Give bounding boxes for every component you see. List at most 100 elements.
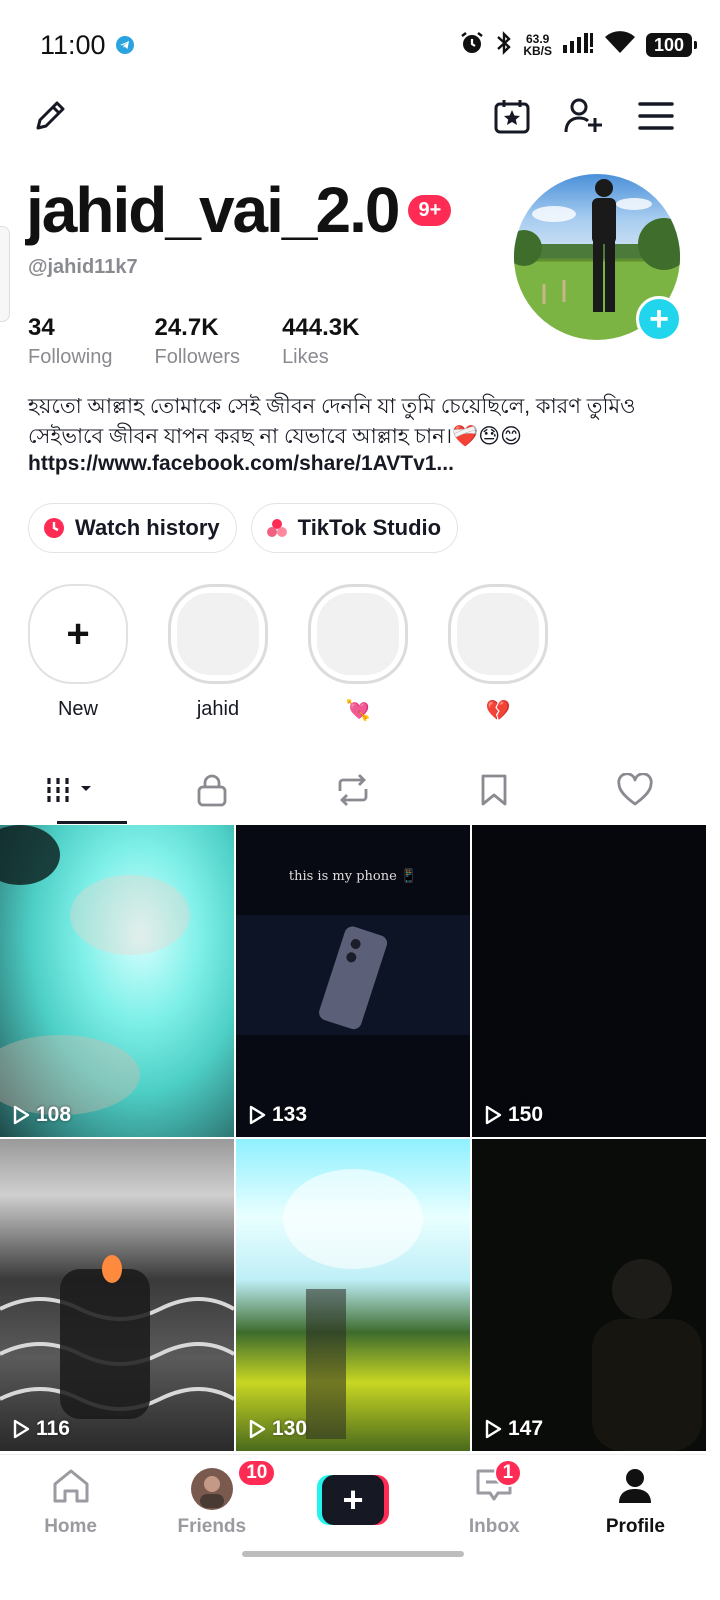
thumbnail-art (236, 915, 470, 1035)
tab-videos[interactable] (0, 760, 141, 824)
status-time: 11:00 (40, 30, 106, 60)
highlight-cover[interactable] (308, 584, 408, 684)
notification-badge[interactable]: 9+ (408, 194, 452, 226)
video-thumbnail[interactable]: 116 (0, 1139, 234, 1451)
video-thumbnail[interactable]: 108 (0, 825, 234, 1137)
tab-liked[interactable] (565, 760, 706, 824)
stat-label: Following (28, 346, 113, 368)
highlight-label: 💔 (485, 700, 511, 722)
clock-icon (43, 517, 65, 539)
thumbnail-art (0, 825, 190, 1115)
stat-value: 24.7K (154, 314, 219, 341)
play-icon (13, 1105, 30, 1125)
stat-following[interactable]: 34 Following (28, 314, 112, 369)
highlight-item[interactable]: 💔 (448, 584, 548, 722)
view-count: 130 (246, 1417, 307, 1441)
play-icon (485, 1419, 502, 1439)
watch-history-button[interactable]: Watch history (28, 503, 237, 553)
video-thumbnail[interactable]: 150 (472, 825, 706, 1137)
private-lock-icon (196, 773, 228, 812)
highlight-label: 💘 (345, 700, 371, 722)
highlight-item[interactable]: jahid (168, 584, 268, 722)
home-icon (50, 1467, 92, 1510)
nav-home[interactable]: Home (0, 1455, 141, 1564)
user-handle: @jahid11k7 (28, 256, 138, 278)
content-tabs (0, 760, 706, 824)
bio-line: সেইভাবে জীবন যাপন করছ না যেভাবে আল্লাহ চ… (28, 425, 523, 448)
stat-label: Likes (282, 346, 329, 368)
view-count: 116 (10, 1417, 70, 1441)
profile-stats: 34 Following 24.7K Followers 444.3K Like… (28, 314, 359, 369)
nav-inbox-label: Inbox (468, 1516, 520, 1537)
highlight-cover[interactable] (448, 584, 548, 684)
calendar-star-icon[interactable] (490, 94, 534, 138)
menu-icon[interactable] (634, 94, 678, 138)
stat-label: Followers (154, 346, 241, 368)
battery-icon: 100 (646, 33, 697, 57)
highlight-thumb (457, 593, 539, 675)
tab-favorites[interactable] (424, 760, 565, 824)
videos-grid-icon (45, 774, 97, 811)
profile-icon (615, 1467, 655, 1510)
add-friend-icon[interactable] (562, 94, 606, 138)
new-highlight-button[interactable]: + (28, 584, 128, 684)
highlight-label: New (57, 698, 98, 720)
video-thumbnail[interactable]: 130 (236, 1139, 470, 1451)
tiktok-studio-button[interactable]: TikTok Studio (250, 503, 459, 553)
bio-link[interactable]: https://www.facebook.com/share/1AVTv1... (28, 452, 454, 476)
nav-home-label: Home (44, 1516, 97, 1537)
play-icon (249, 1419, 266, 1439)
highlight-cover[interactable] (168, 584, 268, 684)
tab-private[interactable] (141, 760, 282, 824)
nav-create[interactable]: + (282, 1455, 423, 1564)
status-icons: 63.9 KB/S 100 (459, 30, 697, 61)
bluetooth-icon (495, 30, 513, 61)
video-thumbnail[interactable]: 147 (472, 1139, 706, 1451)
bio-line: হয়তো আল্লাহ তোমাকে সেই জীবন দেননি যা তু… (28, 395, 636, 418)
bottom-nav: Home 10 Friends + 1 Inbox Profile (0, 1454, 706, 1564)
nav-profile-label: Profile (605, 1516, 665, 1537)
bookmark-icon (479, 773, 509, 812)
stat-followers[interactable]: 24.7K Followers (154, 314, 240, 369)
view-count: 133 (246, 1103, 307, 1127)
profile-action-buttons: Watch history TikTok Studio (28, 503, 459, 553)
tiktok-studio-label: TikTok Studio (297, 515, 442, 540)
studio-icon (266, 517, 288, 539)
home-indicator[interactable] (242, 1551, 464, 1557)
net-speed: 63.9 KB/S (523, 32, 552, 58)
story-highlights: + New jahid 💘 💔 (28, 584, 548, 722)
friends-avatar (190, 1467, 234, 1516)
plus-icon: + (66, 612, 90, 656)
telegram-icon (116, 36, 134, 54)
add-avatar-button[interactable]: + (636, 296, 682, 342)
watch-history-label: Watch history (75, 515, 220, 540)
top-toolbar (0, 90, 720, 150)
view-count: 147 (482, 1417, 543, 1441)
create-button[interactable]: + (317, 1475, 389, 1525)
username-row: jahid_vai_2.0 9+ (26, 172, 452, 248)
alarm-icon (459, 30, 485, 61)
wifi-icon (604, 30, 636, 60)
inbox-badge: 1 (493, 1459, 523, 1487)
nav-profile[interactable]: Profile (565, 1455, 706, 1564)
edge-handle[interactable] (0, 226, 10, 322)
play-icon (13, 1419, 30, 1439)
tab-reposts[interactable] (282, 760, 423, 824)
video-thumbnail[interactable]: this is my phone 📱 133 (236, 825, 470, 1137)
thumbnail-art (0, 1255, 234, 1419)
view-count: 150 (482, 1103, 543, 1127)
stat-likes[interactable]: 444.3K Likes (282, 314, 359, 369)
highlight-new[interactable]: + New (28, 584, 128, 722)
play-icon (249, 1105, 266, 1125)
nav-friends-label: Friends (177, 1516, 247, 1537)
video-grid: 108 this is my phone 📱 133 150 116 130 1… (0, 825, 706, 1451)
plus-icon: + (322, 1475, 384, 1525)
highlight-item[interactable]: 💘 (308, 584, 408, 722)
status-bar: 11:00 63.9 KB/S 100 (0, 0, 720, 90)
nav-inbox[interactable]: 1 Inbox (424, 1455, 565, 1564)
friends-badge: 10 (237, 1459, 277, 1487)
highlight-label: jahid (196, 698, 240, 720)
profile-bio: হয়তো আল্লাহ তোমাকে সেই জীবন দেননি যা তু… (28, 392, 698, 452)
nav-friends[interactable]: 10 Friends (141, 1455, 282, 1564)
edit-pencil-icon[interactable] (28, 94, 72, 138)
